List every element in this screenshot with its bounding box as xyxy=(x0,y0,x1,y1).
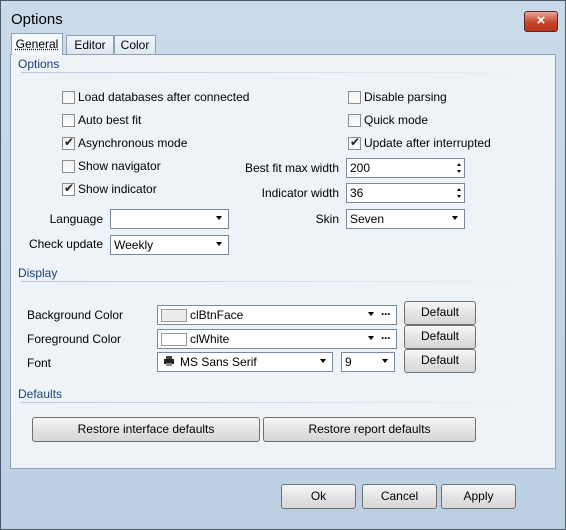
background-color-select[interactable]: clBtnFace ··· xyxy=(157,305,397,325)
check-icon: ✔ xyxy=(350,135,361,149)
title-bar[interactable]: Options × xyxy=(1,1,565,37)
checkbox-box[interactable]: ✔ xyxy=(348,135,361,150)
foreground-color-label: Foreground Color xyxy=(27,332,122,346)
color-swatch xyxy=(161,309,187,322)
checkbox-box[interactable] xyxy=(348,91,361,104)
checkbox-box[interactable]: ✔ xyxy=(62,135,75,150)
check-update-label: Check update xyxy=(28,237,103,251)
spin-up-icon[interactable] xyxy=(457,163,461,166)
chevron-down-icon xyxy=(216,216,222,220)
restore-report-defaults-button[interactable]: Restore report defaults xyxy=(263,417,476,442)
font-select[interactable]: MS Sans Serif xyxy=(157,352,333,372)
check-icon: ✔ xyxy=(64,181,75,195)
background-color-label: Background Color xyxy=(27,308,124,322)
restore-interface-defaults-button[interactable]: Restore interface defaults xyxy=(32,417,260,442)
options-section-label: Options xyxy=(18,57,60,71)
skin-label: Skin xyxy=(315,212,339,226)
chevron-down-icon xyxy=(216,242,222,246)
indicator-width-spinner[interactable]: 36 xyxy=(346,183,465,203)
chevron-down-icon[interactable] xyxy=(368,336,374,340)
color-swatch xyxy=(161,333,187,346)
spin-down-icon[interactable] xyxy=(457,195,461,198)
display-divider xyxy=(21,281,541,282)
display-section-label: Display xyxy=(18,266,58,280)
options-divider xyxy=(21,72,541,73)
check-update-select[interactable]: Weekly xyxy=(110,235,229,255)
checkbox-box[interactable] xyxy=(62,91,75,104)
indicator-width-label: Indicator width xyxy=(261,186,339,200)
close-icon: × xyxy=(536,12,546,29)
language-select[interactable] xyxy=(110,209,229,229)
checkbox-box[interactable] xyxy=(348,114,361,127)
window-title: Options xyxy=(11,11,63,28)
skin-select[interactable]: Seven xyxy=(346,209,465,229)
ellipsis-button[interactable]: ··· xyxy=(381,331,391,345)
chevron-down-icon xyxy=(382,359,388,363)
font-default-button[interactable]: Default xyxy=(404,349,476,373)
checkbox-box[interactable] xyxy=(62,160,75,173)
checkbox-box[interactable] xyxy=(62,114,75,127)
general-tab-panel: Options Load databases after connected A… xyxy=(10,54,556,469)
foreground-color-select[interactable]: clWhite ··· xyxy=(157,329,397,349)
printer-font-icon xyxy=(164,356,174,366)
best-fit-max-width-spinner[interactable]: 200 xyxy=(346,158,465,178)
spin-up-icon[interactable] xyxy=(457,188,461,191)
defaults-divider xyxy=(21,402,541,403)
apply-button[interactable]: Apply xyxy=(441,484,516,509)
checkbox-box[interactable]: ✔ xyxy=(62,181,75,196)
options-window: Options × General Editor Color Options L… xyxy=(0,0,566,530)
language-label: Language xyxy=(49,212,103,226)
defaults-section-label: Defaults xyxy=(18,387,63,401)
chevron-down-icon[interactable] xyxy=(368,312,374,316)
cancel-button[interactable]: Cancel xyxy=(362,484,437,509)
ellipsis-button[interactable]: ··· xyxy=(381,307,391,321)
chevron-down-icon xyxy=(320,359,326,363)
foreground-default-button[interactable]: Default xyxy=(404,325,476,349)
font-label: Font xyxy=(27,356,52,370)
check-icon: ✔ xyxy=(64,135,75,149)
close-button[interactable]: × xyxy=(524,11,558,32)
tab-color[interactable]: Color xyxy=(114,35,156,54)
chevron-down-icon xyxy=(452,216,458,220)
tab-general[interactable]: General xyxy=(11,33,63,55)
background-default-button[interactable]: Default xyxy=(404,301,476,325)
tab-editor[interactable]: Editor xyxy=(66,35,114,54)
font-size-select[interactable]: 9 xyxy=(341,352,395,372)
best-fit-max-width-label: Best fit max width xyxy=(244,161,339,175)
spin-down-icon[interactable] xyxy=(457,170,461,173)
ok-button[interactable]: Ok xyxy=(281,484,356,509)
